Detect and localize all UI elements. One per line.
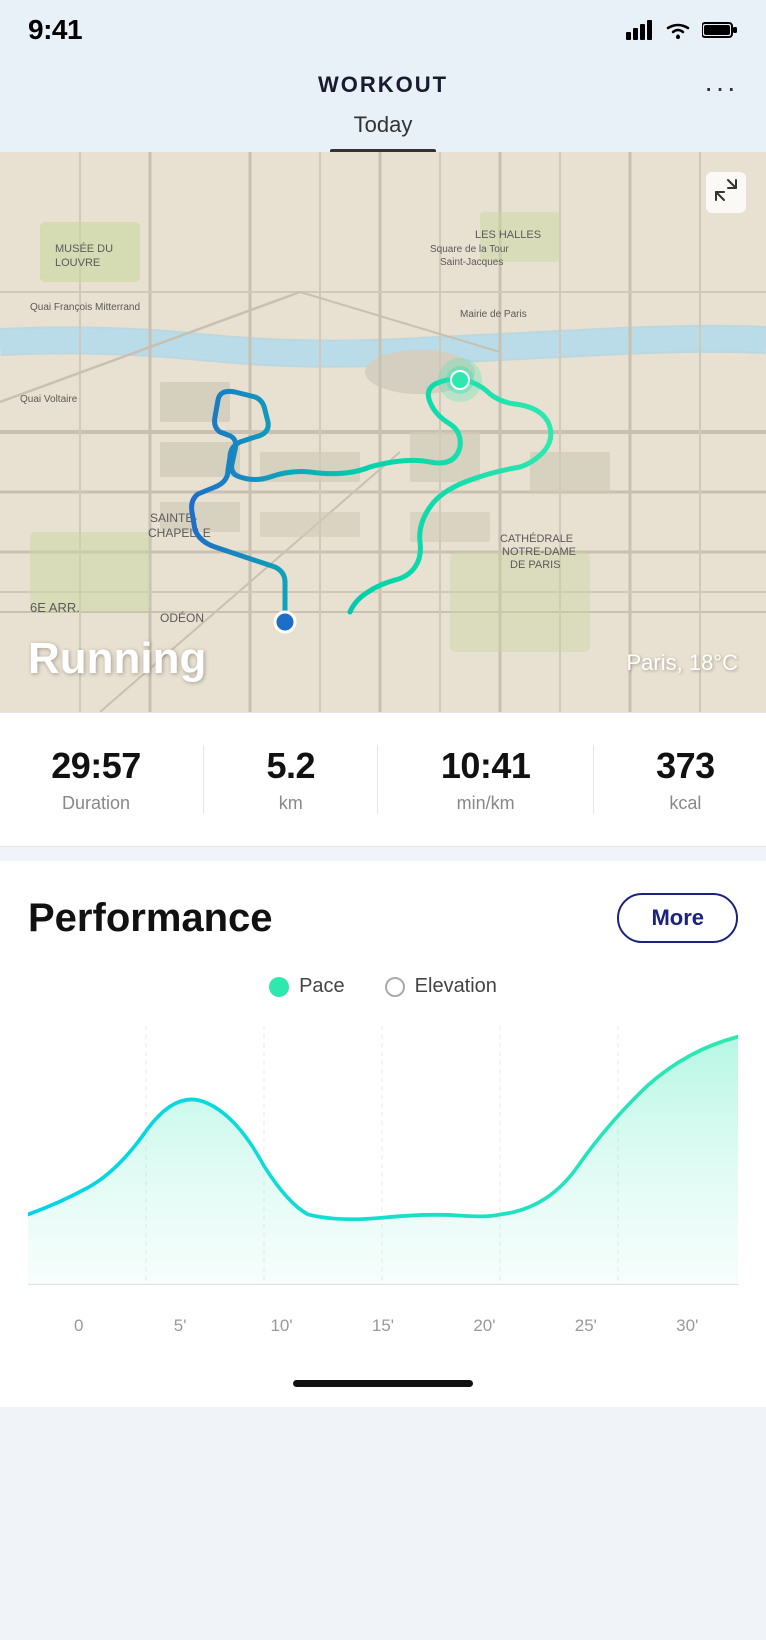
- menu-button[interactable]: ···: [704, 72, 738, 104]
- x-label-20: 20': [434, 1316, 535, 1336]
- svg-text:MUSÉE DU: MUSÉE DU: [55, 242, 113, 255]
- tab-today[interactable]: Today: [330, 112, 437, 152]
- status-bar: 9:41: [0, 0, 766, 54]
- duration-label: Duration: [62, 793, 130, 814]
- distance-label: km: [279, 793, 303, 814]
- calories-value: 373: [656, 745, 715, 787]
- status-icons: [626, 20, 738, 40]
- svg-text:Quai Voltaire: Quai Voltaire: [20, 394, 78, 405]
- x-label-0: 0: [28, 1316, 129, 1336]
- distance-value: 5.2: [267, 745, 316, 787]
- activity-label: Running: [28, 634, 206, 684]
- elevation-legend-label: Elevation: [415, 975, 497, 998]
- header: WORKOUT ···: [0, 54, 766, 98]
- svg-text:Mairie de Paris: Mairie de Paris: [460, 309, 527, 320]
- svg-text:ODÉON: ODÉON: [160, 610, 204, 625]
- legend-elevation: Elevation: [385, 975, 497, 998]
- stat-divider-1: [203, 745, 204, 814]
- svg-text:LES HALLES: LES HALLES: [475, 229, 541, 241]
- performance-title: Performance: [28, 896, 273, 941]
- stat-distance: 5.2 km: [267, 745, 316, 814]
- location-label: Paris, 18°C: [626, 650, 738, 676]
- stat-divider-2: [377, 745, 378, 814]
- x-label-25: 25': [535, 1316, 636, 1336]
- tab-bar: Today: [0, 98, 766, 152]
- legend-pace: Pace: [269, 975, 345, 998]
- svg-text:DE PARIS: DE PARIS: [510, 559, 561, 571]
- pace-value: 10:41: [441, 745, 531, 787]
- pace-legend-label: Pace: [299, 975, 345, 998]
- stat-pace: 10:41 min/km: [441, 745, 531, 814]
- x-label-30: 30': [637, 1316, 738, 1336]
- svg-text:6E ARR.: 6E ARR.: [30, 600, 80, 615]
- svg-text:Quai François Mitterrand: Quai François Mitterrand: [30, 302, 140, 313]
- x-label-5: 5': [129, 1316, 230, 1336]
- svg-text:CATHÉDRALE: CATHÉDRALE: [500, 532, 573, 545]
- svg-text:Square de la Tour: Square de la Tour: [430, 244, 509, 255]
- pace-legend-dot: [269, 977, 289, 997]
- stats-row: 29:57 Duration 5.2 km 10:41 min/km 373 k…: [0, 712, 766, 847]
- more-button[interactable]: More: [617, 893, 738, 943]
- calories-label: kcal: [669, 793, 701, 814]
- performance-section: Performance More Pace Elevation: [0, 861, 766, 1356]
- status-time: 9:41: [28, 14, 82, 46]
- svg-text:NOTRE-DAME: NOTRE-DAME: [502, 546, 576, 558]
- stat-calories: 373 kcal: [656, 745, 715, 814]
- battery-icon: [702, 21, 738, 39]
- stat-divider-3: [593, 745, 594, 814]
- performance-header: Performance More: [28, 893, 738, 943]
- bottom-section: [0, 1356, 766, 1407]
- signal-icon: [626, 20, 654, 40]
- chart-legend: Pace Elevation: [28, 975, 738, 998]
- chart-x-labels: 0 5' 10' 15' 20' 25' 30': [28, 1306, 738, 1356]
- pace-chart: [28, 1026, 738, 1306]
- page-title: WORKOUT: [318, 72, 448, 98]
- duration-value: 29:57: [51, 745, 141, 787]
- svg-text:LOUVRE: LOUVRE: [55, 257, 100, 269]
- stat-duration: 29:57 Duration: [51, 745, 141, 814]
- svg-text:Saint-Jacques: Saint-Jacques: [440, 257, 503, 268]
- map-background: MUSÉE DU LOUVRE LES HALLES Quai François…: [0, 152, 766, 712]
- x-label-15: 15': [332, 1316, 433, 1336]
- map-section: MUSÉE DU LOUVRE LES HALLES Quai François…: [0, 152, 766, 712]
- home-indicator: [293, 1380, 473, 1387]
- pace-label: min/km: [457, 793, 515, 814]
- elevation-legend-dot: [385, 977, 405, 997]
- x-label-10: 10': [231, 1316, 332, 1336]
- wifi-icon: [664, 20, 692, 40]
- map-expand-button[interactable]: [706, 172, 746, 213]
